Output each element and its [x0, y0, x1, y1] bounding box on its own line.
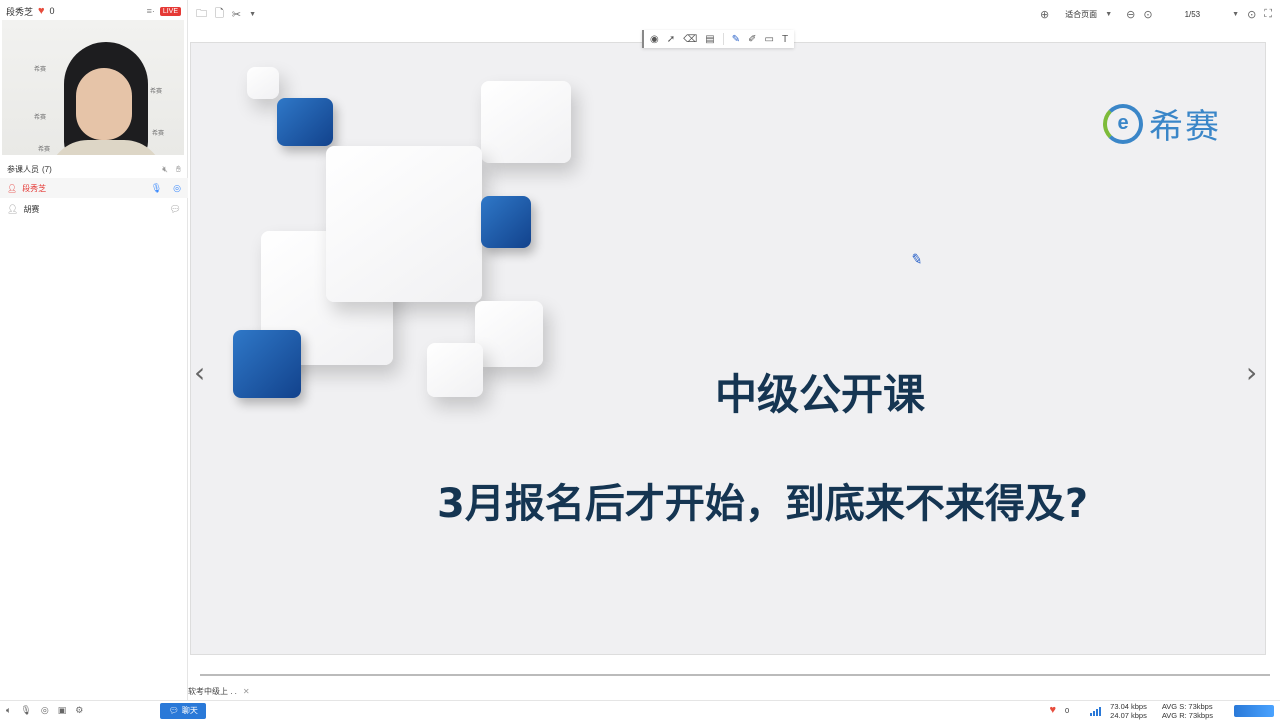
pen-cursor-icon: ✎: [909, 250, 925, 268]
document-tab-label: 软考中级上 . .: [188, 686, 237, 696]
laser-pointer-icon[interactable]: ◉: [650, 34, 659, 45]
next-slide-arrow[interactable]: ›: [1246, 356, 1257, 389]
decor-square: [481, 81, 571, 163]
page-indicator[interactable]: 1/53: [1185, 10, 1201, 19]
highlighter-icon[interactable]: ✐: [748, 34, 756, 45]
left-panel: 段秀芝 ♥ 0 ≡· LIVE 希赛 希赛 希赛 希赛 希赛 参课人员 (7) …: [0, 0, 188, 700]
participants-count: (7): [42, 164, 52, 174]
raise-hand-icon[interactable]: ✋︎: [176, 164, 181, 175]
average-rates: AVG S: 73kbps AVG R: 73kbps: [1162, 702, 1213, 720]
close-icon[interactable]: ✕: [243, 687, 250, 696]
fullscreen-icon[interactable]: ⛶: [1264, 8, 1272, 21]
network-rates: 73.04 kbps 24.07 kbps: [1110, 702, 1147, 720]
participant-row[interactable]: 👤︎ 胡赛 💬︎: [0, 199, 188, 219]
participants-label: 参课人员: [7, 164, 39, 174]
upload-rate: 73.04 kbps: [1110, 701, 1147, 711]
text-icon[interactable]: T: [782, 34, 788, 45]
chat-icon: 💬︎: [168, 706, 179, 715]
participant-name: 胡赛: [23, 204, 40, 214]
zoom-out-icon[interactable]: ⊖: [1126, 8, 1135, 21]
chevron-down-icon[interactable]: ▼: [1105, 11, 1112, 18]
zoom-in-icon[interactable]: ⊕: [1040, 8, 1049, 21]
chat-button[interactable]: 💬︎ 聊天: [160, 702, 207, 719]
horizontal-scrollbar[interactable]: [200, 674, 1270, 676]
rectangle-icon[interactable]: ▭: [765, 34, 774, 45]
participant-name: 段秀芝: [22, 183, 47, 193]
status-bar: 🔈︎ 🎙︎ ◎ ▣ ⚙︎ 💬︎ 聊天 ♥ 0 73.04 kbps 24.07 …: [0, 700, 1280, 720]
slide-title: 中级公开课: [715, 370, 926, 419]
chevron-down-icon[interactable]: ▼: [1232, 11, 1239, 18]
decor-square: [247, 67, 279, 99]
logo-mark-icon: e: [1103, 103, 1143, 144]
previous-page-icon[interactable]: ⊙: [1143, 8, 1152, 21]
eraser-icon[interactable]: ⌫: [683, 34, 697, 45]
video-poster-text: 希赛: [38, 147, 51, 153]
document-icon[interactable]: 🗋︎: [215, 5, 224, 24]
video-poster-text: 希赛: [152, 131, 165, 137]
scissors-icon[interactable]: ✂︎: [232, 8, 241, 21]
slide-subtitle: 3月报名后才开始，到底来不来得及?: [437, 481, 1089, 527]
mute-all-icon[interactable]: 🔇︎: [162, 164, 168, 175]
chat-button-label: 聊天: [181, 706, 198, 715]
select-arrow-icon[interactable]: ➚: [667, 34, 675, 45]
xisai-logo: e 希赛: [1103, 99, 1221, 148]
download-rate: 24.07 kbps: [1110, 710, 1147, 720]
decor-square: [326, 146, 482, 302]
slide-canvas[interactable]: e 希赛 ✎ 中级公开课 3月报名后才开始，到底来不来得及?: [190, 42, 1266, 655]
avg-send-rate: AVG S: 73kbps: [1161, 701, 1213, 711]
presenter-name: 段秀芝: [6, 6, 34, 17]
microphone-icon[interactable]: 🎙︎: [20, 705, 31, 716]
chevron-down-icon[interactable]: ▼: [249, 11, 256, 18]
presenter-header: 段秀芝 ♥ 0 ≡· LIVE: [0, 0, 187, 22]
heart-icon[interactable]: ♥: [1049, 705, 1056, 716]
decor-square-blue: [233, 330, 301, 398]
camera-icon[interactable]: ◎: [173, 183, 181, 194]
brand-logo-icon: [1234, 704, 1274, 717]
avg-recv-rate: AVG R: 73kbps: [1161, 710, 1213, 720]
previous-slide-arrow[interactable]: ‹: [194, 356, 205, 389]
logo-text: 希赛: [1149, 107, 1221, 147]
top-toolbar: 🗀︎ 🗋︎ ✂︎ ▼ ⊕ 适合页面 ▼ ⊖ ⊙ 1/53 ▼ ⊙ ⛶: [188, 0, 1280, 28]
decor-square-blue: [481, 196, 531, 248]
pen-icon[interactable]: ✎: [732, 34, 740, 45]
screen-share-icon[interactable]: ▣: [58, 705, 67, 716]
presenter-user-icon: 👤︎: [7, 183, 18, 193]
participants-header: 参课人员 (7) 🔇︎ ✋︎: [0, 160, 188, 178]
speaker-icon[interactable]: 🔈︎: [6, 705, 11, 716]
like-count: 0: [49, 6, 55, 16]
video-poster-text: 希赛: [150, 89, 163, 95]
document-tab[interactable]: 软考中级上 . . ✕: [188, 684, 250, 698]
video-poster-text: 希赛: [34, 67, 47, 73]
next-page-icon[interactable]: ⊙: [1247, 8, 1256, 21]
chat-bubble-icon[interactable]: 💬︎: [170, 204, 181, 215]
live-badge: LIVE: [159, 6, 181, 16]
presenter-video[interactable]: 希赛 希赛 希赛 希赛 希赛: [2, 20, 184, 155]
toolbar-divider: [722, 33, 724, 45]
user-icon: 👤︎: [7, 203, 19, 214]
menu-icon[interactable]: ≡·: [147, 6, 155, 16]
clear-icon[interactable]: ▤: [705, 34, 714, 45]
decor-square: [427, 343, 483, 397]
classroom-app: 段秀芝 ♥ 0 ≡· LIVE 希赛 希赛 希赛 希赛 希赛 参课人员 (7) …: [0, 0, 1280, 720]
decor-square: [475, 301, 543, 367]
camera-icon[interactable]: ◎: [41, 705, 49, 716]
folder-icon[interactable]: 🗀︎: [196, 5, 207, 24]
participant-row[interactable]: 👤︎ 段秀芝 🎙︎ ◎: [0, 178, 188, 198]
drawing-toolbar: ◉ ➚ ⌫ ▤ ✎ ✐ ▭ T: [642, 30, 795, 48]
decor-square-blue: [277, 98, 333, 146]
zoom-select[interactable]: 适合页面: [1065, 9, 1097, 20]
heart-count: 0: [1064, 706, 1070, 715]
microphone-icon[interactable]: 🎙︎: [151, 183, 162, 194]
heart-icon[interactable]: ♥: [38, 5, 45, 17]
video-poster-text: 希赛: [34, 115, 47, 121]
presenter-face: [76, 68, 132, 140]
settings-icon[interactable]: ⚙︎: [75, 705, 83, 716]
signal-strength-icon: [1090, 706, 1102, 716]
